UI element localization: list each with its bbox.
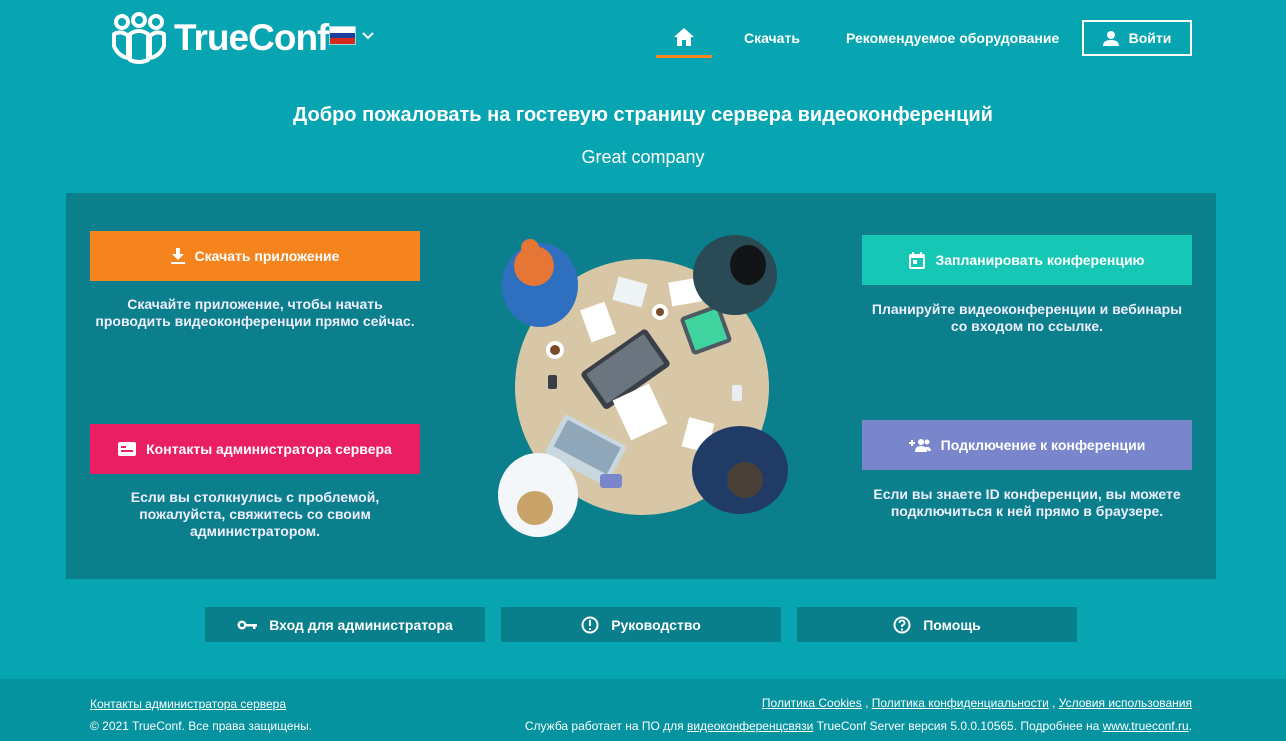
- admin-contacts-button[interactable]: Контакты администратора сервера: [90, 424, 420, 474]
- admin-login-label: Вход для администратора: [269, 616, 453, 633]
- russian-flag-icon: [329, 26, 356, 45]
- logo-text: TrueConf: [174, 17, 329, 58]
- person-bottom-right: [692, 426, 788, 514]
- login-button[interactable]: Войти: [1082, 20, 1192, 56]
- help-label: Помощь: [923, 616, 981, 633]
- videoconferencing-link[interactable]: видеоконференцсвязи: [687, 719, 813, 733]
- admin-contacts-label: Контакты администратора сервера: [146, 441, 392, 457]
- footer-service-info: Служба работает на ПО для видеоконференц…: [525, 719, 1192, 733]
- schedule-conference-button[interactable]: Запланировать конференцию: [862, 235, 1192, 285]
- trueconf-logo[interactable]: TrueConf: [110, 12, 329, 64]
- schedule-conference-description: Планируйте видеоконференции и вебинары с…: [871, 301, 1183, 334]
- service-version: TrueConf Server версия 5.0.0.10565. Подр…: [813, 719, 1103, 733]
- schedule-conference-label: Запланировать конференцию: [935, 252, 1145, 268]
- page-title: Добро пожаловать на гостевую страницу се…: [293, 104, 993, 126]
- phone-2: [732, 385, 742, 401]
- people-logo-icon: [112, 12, 166, 64]
- person-top-right: [693, 235, 777, 315]
- help-circle-icon: [893, 616, 911, 633]
- key-icon: [237, 620, 258, 629]
- nav-download[interactable]: Скачать: [744, 30, 800, 46]
- person-top-left: [502, 239, 578, 327]
- join-conference-button[interactable]: Подключение к конференции: [862, 420, 1192, 470]
- guide-button[interactable]: Руководство: [501, 607, 781, 642]
- home-icon: [674, 28, 694, 46]
- download-app-description: Скачайте приложение, чтобы начать провод…: [95, 296, 415, 329]
- admin-contacts-description: Если вы столкнулись с проблемой, пожалуй…: [130, 489, 380, 539]
- join-conference-label: Подключение к конференции: [940, 437, 1146, 453]
- meeting-illustration: [498, 235, 788, 537]
- footer-policy-links: Политика Cookies , Политика конфиденциал…: [762, 696, 1192, 710]
- terms-of-use-link[interactable]: Условия использования: [1059, 696, 1192, 710]
- privacy-policy-link[interactable]: Политика конфиденциальности: [872, 696, 1049, 710]
- join-conference-description: Если вы знаете ID конференции, вы можете…: [873, 486, 1181, 519]
- phone-3: [600, 474, 622, 488]
- download-icon: [170, 248, 185, 264]
- calendar-icon: [909, 251, 926, 269]
- person-bottom-left: [498, 453, 578, 537]
- company-name: Great company: [581, 147, 705, 167]
- download-app-button[interactable]: Скачать приложение: [90, 231, 420, 281]
- service-end: .: [1188, 719, 1192, 733]
- footer-copyright: © 2021 TrueConf. Все права защищены.: [90, 719, 313, 733]
- phone-1: [548, 375, 557, 389]
- alert-circle-icon: [581, 616, 599, 633]
- add-group-icon: [908, 439, 931, 452]
- service-prefix: Служба работает на ПО для: [524, 719, 687, 733]
- guide-label: Руководство: [611, 616, 701, 633]
- user-icon: [1102, 31, 1119, 46]
- nav-home[interactable]: [656, 22, 712, 58]
- language-selector[interactable]: [329, 26, 374, 45]
- separator: ,: [1048, 696, 1059, 710]
- separator: ,: [861, 696, 872, 710]
- trueconf-site-link[interactable]: www.trueconf.ru: [1103, 719, 1189, 733]
- admin-login-button[interactable]: Вход для администратора: [205, 607, 485, 642]
- cookies-policy-link[interactable]: Политика Cookies: [762, 696, 862, 710]
- download-app-label: Скачать приложение: [194, 248, 340, 264]
- chevron-down-icon: [362, 31, 374, 39]
- login-label: Войти: [1128, 30, 1172, 46]
- contact-card-icon: [118, 442, 137, 456]
- footer-admin-contacts-link[interactable]: Контакты администратора сервера: [90, 697, 286, 711]
- help-button[interactable]: Помощь: [797, 607, 1077, 642]
- nav-equipment[interactable]: Рекомендуемое оборудование: [846, 30, 1059, 46]
